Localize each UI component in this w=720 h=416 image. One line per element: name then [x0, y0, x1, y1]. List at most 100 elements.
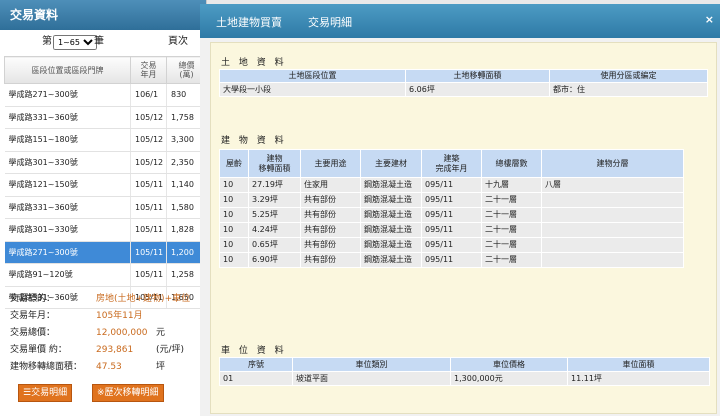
- building-cell: 鋼筋混凝土造: [360, 207, 422, 223]
- table-header-row: 區段位置或區段門牌 交易 年月 總價 (萬): [4, 56, 207, 84]
- range-select[interactable]: 1~65: [53, 35, 97, 50]
- building-cell: 5.25坪: [248, 207, 301, 223]
- building-cell: 鋼筋混凝土造: [360, 177, 422, 193]
- row-address: 學成路331~360號: [4, 106, 131, 129]
- table-row[interactable]: 學成路301~330號 105/12 2,350: [4, 151, 207, 174]
- land-cell: 大學段一小段: [219, 82, 406, 97]
- building-cell: 095/11: [421, 222, 482, 238]
- row-date: 105/12: [130, 106, 167, 129]
- row-date: 105/12: [130, 128, 167, 152]
- building-cell: 10: [219, 222, 249, 238]
- building-cell: 10: [219, 252, 249, 268]
- modal-header: 土地建物買賣 交易明細 ×: [200, 4, 720, 38]
- row-address: 學成路331~360號: [4, 196, 131, 219]
- land-col-header: 土地區段位置: [219, 69, 406, 83]
- pager-prefix: 第: [42, 36, 52, 47]
- summary-value: 房地(土地+建物)+車位: [96, 294, 191, 304]
- table-row: 10 0.65坪 共有部份 鋼筋混凝土造 095/11 二十一層: [219, 237, 684, 253]
- summary-key: 交易總價：: [10, 328, 56, 338]
- summary-row: 建物移轉總面積： 47.53 坪: [10, 359, 204, 376]
- building-cell: [541, 207, 684, 223]
- tab-land-building-sale[interactable]: 土地建物買賣: [216, 14, 282, 30]
- table-row[interactable]: 學成路331~360號 105/12 1,758: [4, 106, 207, 129]
- row-date: 105/12: [130, 151, 167, 174]
- building-table: 屋齡 建物 移轉面積 主要用途 主要建材 建築 完成年月 總樓層數 建物分層 10 27.19…: [219, 149, 684, 268]
- table-row[interactable]: 學成路301~330號 105/11 1,828: [4, 218, 207, 242]
- land-col-header: 土地移轉面積: [405, 69, 550, 83]
- building-cell: 095/11: [421, 207, 482, 223]
- table-row: 10 3.29坪 共有部份 鋼筋混凝土造 095/11 二十一層: [219, 192, 684, 208]
- close-icon[interactable]: ×: [705, 13, 714, 26]
- building-cell: [541, 237, 684, 253]
- table-row: 10 5.25坪 共有部份 鋼筋混凝土造 095/11 二十一層: [219, 207, 684, 223]
- land-table: 土地區段位置 土地移轉面積 使用分區或編定 大學段一小段 6.06坪 都市：住: [219, 69, 708, 97]
- building-cell: 鋼筋混凝土造: [360, 237, 422, 253]
- building-cell: 鋼筋混凝土造: [360, 222, 422, 238]
- building-cell: 共有部份: [300, 207, 361, 223]
- building-cell: 鋼筋混凝土造: [360, 192, 422, 208]
- panel-title: 交易資料: [0, 0, 206, 30]
- col-date: 交易 年月: [130, 56, 167, 84]
- parking-section-title: 車 位 資 料: [221, 346, 287, 356]
- table-row: 01 坡道平面 1,300,000元 11.11坪: [219, 371, 710, 386]
- table-row[interactable]: 學成路271~300號 105/11 1,200: [4, 241, 207, 264]
- row-address: 學成路271~300號: [4, 241, 131, 264]
- land-col-header: 使用分區或編定: [549, 69, 708, 83]
- summary-value: 105年11月: [96, 311, 143, 321]
- building-cell: 共有部份: [300, 237, 361, 253]
- summary-row: 交易總價： 12,000,000 元: [10, 325, 204, 342]
- building-cell: 10: [219, 177, 249, 193]
- tab-transaction-detail[interactable]: 交易明細: [308, 14, 352, 30]
- summary-unit: (元/坪): [156, 345, 185, 355]
- building-cell: 095/11: [421, 192, 482, 208]
- transaction-list-panel: 交易資料 第 1~65 筆 頁次 區段位置或區段門牌 交易 年月 總價 (萬) …: [0, 0, 207, 416]
- building-col-header: 建築 完成年月: [421, 149, 482, 178]
- building-col-header: 屋齡: [219, 149, 249, 178]
- building-cell: 0.65坪: [248, 237, 301, 253]
- building-cell: 二十一層: [481, 237, 542, 253]
- transfer-history-button[interactable]: ※歷次移轉明細: [92, 384, 164, 402]
- summary-unit: 元: [156, 328, 166, 338]
- building-col-header: 建物分層: [541, 149, 684, 178]
- building-cell: 十九層: [481, 177, 542, 193]
- row-address: 學成路301~330號: [4, 151, 131, 174]
- table-row[interactable]: 學成路271~300號 106/1 830: [4, 83, 207, 107]
- pager: 第 1~65 筆 頁次: [0, 30, 206, 54]
- building-cell: 4.24坪: [248, 222, 301, 238]
- building-col-header: 建物 移轉面積: [248, 149, 301, 178]
- detail-modal: 土地建物買賣 交易明細 × 土 地 資 料 土地區段位置 土地移轉面積 使用分區或編…: [200, 4, 720, 416]
- transaction-table: 區段位置或區段門牌 交易 年月 總價 (萬) 學成路271~300號 106/1 8…: [4, 56, 207, 309]
- building-cell: 八層: [541, 177, 684, 193]
- building-cell: 共有部份: [300, 222, 361, 238]
- table-row[interactable]: 學成路331~360號 105/11 1,580: [4, 196, 207, 219]
- parking-col-header: 車位價格: [450, 357, 568, 372]
- parking-col-header: 車位類別: [292, 357, 451, 372]
- table-row[interactable]: 學成路151~180號 105/12 3,300: [4, 128, 207, 152]
- parking-col-header: 車位面積: [567, 357, 710, 372]
- row-address: 學成路151~180號: [4, 128, 131, 152]
- summary-row: 交易年月： 105年11月: [10, 308, 204, 325]
- row-address: 學成路271~300號: [4, 83, 131, 107]
- building-cell: 二十一層: [481, 252, 542, 268]
- summary-key: 交易年月：: [10, 311, 56, 321]
- row-address: 學成路121~150號: [4, 173, 131, 197]
- land-cell: 都市：住: [549, 82, 708, 97]
- table-row[interactable]: 學成路121~150號 105/11 1,140: [4, 173, 207, 197]
- summary-key: 交易單價 約：: [10, 345, 67, 355]
- table-row[interactable]: 學成路91~120號 105/11 1,258: [4, 263, 207, 287]
- page-label: 頁次: [168, 36, 188, 47]
- building-cell: 10: [219, 207, 249, 223]
- building-col-header: 主要建材: [360, 149, 422, 178]
- row-address: 學成路91~120號: [4, 263, 131, 287]
- summary-row: 交易單價 約： 293,861 (元/坪): [10, 342, 204, 359]
- building-cell: 10: [219, 192, 249, 208]
- row-date: 105/11: [130, 263, 167, 287]
- building-col-header: 總樓層數: [481, 149, 542, 178]
- transaction-detail-button[interactable]: ☰交易明細: [18, 384, 73, 402]
- parking-table: 序號 車位類別 車位價格 車位面積 01 坡道平面 1,300,000元 11.11坪: [219, 357, 710, 386]
- summary-unit: 坪: [156, 362, 166, 372]
- summary-row: 交易標的： 房地(土地+建物)+車位: [10, 291, 204, 308]
- row-date: 105/11: [130, 218, 167, 242]
- summary-value: 47.53: [96, 362, 122, 372]
- row-date: 105/11: [130, 241, 167, 264]
